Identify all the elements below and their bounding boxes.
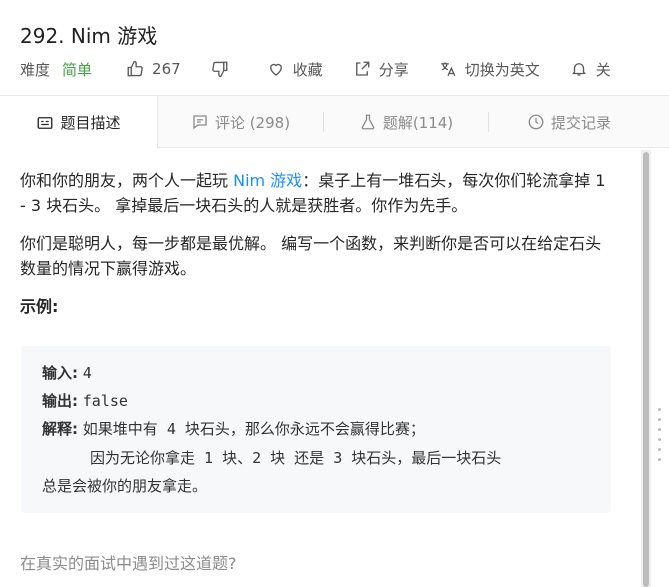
switch-language-label: 切换为英文 (464, 60, 540, 79)
tab-submissions[interactable]: 提交记录 (489, 96, 649, 148)
explain-text: 如果堆中有 4 块石头，那么你永远不会赢得比赛； (82, 420, 425, 438)
example-heading: 示例: (20, 297, 59, 316)
thumbs-up-icon (127, 60, 143, 77)
tab-solutions[interactable]: 题解(114) (324, 96, 488, 148)
problem-title: 292. Nim 游戏 (20, 24, 158, 48)
thumbs-down-icon (211, 61, 228, 78)
tab-description-label: 题目描述 (60, 114, 121, 132)
example-explain-line: 解释: 如果堆中有 4 块石头，那么你永远不会赢得比赛； (42, 418, 425, 439)
nim-game-link[interactable]: Nim 游戏 (233, 171, 302, 190)
description-text: 你和你的朋友，两个人一起玩 (20, 171, 234, 190)
description-paragraph: 你和你的朋友，两个人一起玩 Nim 游戏：桌子上有一堆石头，每次你们轮流拿掉 1… (20, 168, 610, 218)
heart-icon (269, 63, 282, 76)
explain-continuation: 因为无论你拿走 1 块、2 块 还是 3 块石头，最后一块石头 (90, 447, 501, 468)
favorite-button[interactable]: 收藏 (267, 59, 323, 80)
panel-resize-handle[interactable] (658, 408, 662, 468)
interview-question-prompt[interactable]: 在真实的面试中遇到过这道题? (20, 550, 237, 574)
like-count: 267 (152, 60, 181, 78)
explain-text: 因为无论你拿走 1 块、2 块 还是 3 块石头，最后一块石头 (90, 449, 502, 467)
share-label: 分享 (378, 60, 409, 79)
example-block: 输入: 4 输出: false 解释: 如果堆中有 4 块石头，那么你永远不会赢… (21, 346, 611, 513)
tab-bar: 题目描述 评论 (298) 题解(114) 提交记录 (0, 96, 669, 149)
explain-text: 总是会被你的朋友拿走。 (42, 477, 208, 495)
description-paragraph: 你们是聪明人，每一步都是最优解。 编写一个函数，来判断你是否可以在给定石头数量的… (20, 234, 602, 278)
difficulty-badge: 简单 (62, 60, 93, 79)
switch-language-button[interactable]: 切换为英文 (439, 59, 540, 80)
comment-icon (193, 115, 207, 130)
explain-continuation: 总是会被你的朋友拿走。 (42, 475, 207, 496)
tab-comments[interactable]: 评论 (298) (158, 96, 323, 148)
problem-meta-bar: 难度 简单 267 收藏 分享 切换为英文 关 (20, 58, 641, 80)
input-value: 4 (82, 364, 92, 382)
tab-solutions-label: 题解(114) (382, 113, 454, 132)
output-label: 输出: (42, 392, 78, 410)
follow-button[interactable]: 关 (570, 59, 611, 80)
problem-header: 292. Nim 游戏 难度 简单 267 收藏 分享 切换为英文 关 (0, 0, 669, 96)
favorite-label: 收藏 (292, 60, 323, 79)
dislike-button[interactable] (211, 60, 237, 78)
tab-submissions-label: 提交记录 (550, 113, 611, 132)
scrollbar-thumb[interactable] (643, 152, 649, 587)
output-value: false (82, 392, 128, 410)
translate-icon (440, 62, 456, 77)
description-icon (38, 116, 53, 129)
input-label: 输入: (42, 364, 78, 382)
example-output-line: 输出: false (42, 390, 128, 411)
example-input-line: 输入: 4 (42, 362, 92, 383)
tab-comments-label: 评论 (298) (214, 113, 291, 132)
like-button[interactable]: 267 (126, 60, 181, 78)
problem-description: 你和你的朋友，两个人一起玩 Nim 游戏：桌子上有一堆石头，每次你们轮流拿掉 1… (20, 168, 610, 319)
share-icon (355, 61, 370, 76)
difficulty-label: 难度 (20, 60, 51, 79)
share-button[interactable]: 分享 (353, 59, 409, 80)
tab-description[interactable]: 题目描述 (0, 96, 158, 149)
clock-icon (528, 114, 544, 130)
follow-label: 关 (595, 60, 611, 79)
explain-label: 解释: (42, 420, 78, 438)
flask-icon (361, 114, 375, 130)
bell-icon (571, 63, 586, 76)
